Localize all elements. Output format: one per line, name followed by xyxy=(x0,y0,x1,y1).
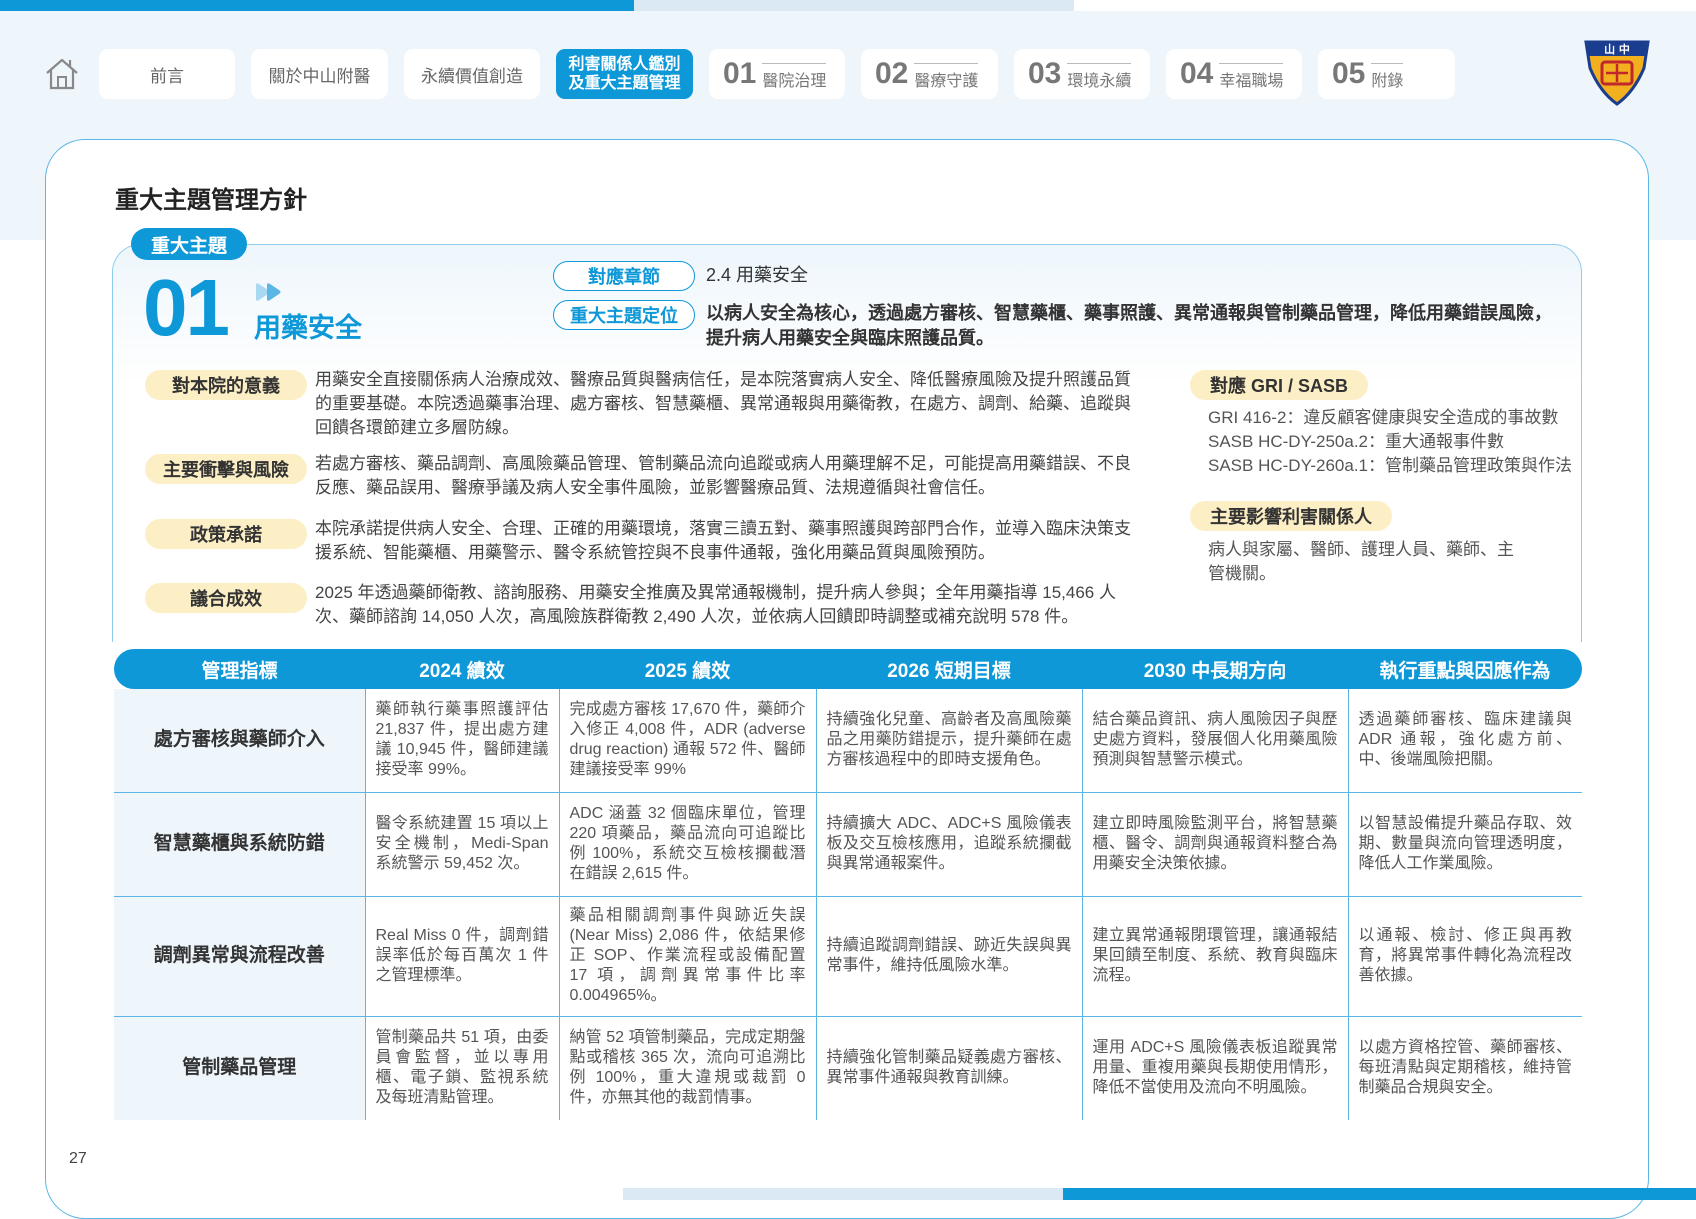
table-cell: 持續強化兒童、高齡者及高風險藥品之用藥防錯提示，提升藥師在處方審核過程中的即時支… xyxy=(815,689,1082,793)
table-cell: 藥品相關調劑事件與跡近失誤 (Near Miss) 2,086 件，依結果修正 … xyxy=(558,896,816,1017)
major-topic-tag: 重大主題 xyxy=(131,228,247,260)
header-2030: 2030 中長期方向 xyxy=(1082,649,1348,689)
chapter-value: 2.4 用藥安全 xyxy=(706,265,809,285)
stakeholders-text: 病人與家屬、醫師、護理人員、藥師、主管機關。 xyxy=(1208,540,1514,583)
topic-number: 01 xyxy=(143,263,230,352)
gri-sasb-list: GRI 416-2：違反顧客健康與安全造成的事故數 SASB HC-DY-250… xyxy=(1208,406,1572,478)
significance-label: 對本院的意義 xyxy=(145,370,307,400)
table-cell: 建立異常通報閉環管理，讓通報結果回饋至制度、系統、教育與臨床流程。 xyxy=(1081,896,1348,1017)
page-number: 27 xyxy=(69,1150,87,1167)
header-2025: 2025 績效 xyxy=(559,649,816,689)
tab-chapter-03[interactable]: 03 環境永續 xyxy=(1014,49,1150,99)
table-cell: 運用 ADC+S 風險儀表板追蹤異常用量、重複用藥與長期使用情形，降低不當使用及… xyxy=(1081,1016,1348,1120)
stakeholders-label: 主要影響利害關係人 xyxy=(1190,501,1392,531)
table-cell: 完成處方審核 17,670 件，藥師介入修正 4,008 件，ADR (adve… xyxy=(558,689,816,793)
bottom-accent-bar xyxy=(1063,1188,1696,1200)
table-cell: 建立即時風險監測平台，將智慧藥櫃、醫令、調劑與通報資料整合為用藥安全決策依據。 xyxy=(1081,792,1348,897)
tab-label-line2: 及重大主題管理 xyxy=(568,75,681,92)
table-cell: 以通報、檢討、修正與再教育，將異常事件轉化為流程改善依據。 xyxy=(1347,896,1582,1017)
position-label: 重大主題定位 xyxy=(553,300,695,330)
table-cell: 藥師執行藥事照護評估 21,837 件，提出處方建議 10,945 件，醫師建議… xyxy=(364,689,559,793)
gri-line: GRI 416-2：違反顧客健康與安全造成的事故數 xyxy=(1208,408,1559,427)
tab-stakeholder-materiality[interactable]: 利害關係人鑑別 及重大主題管理 xyxy=(556,49,693,99)
tab-label: 幸福職場 xyxy=(1219,63,1284,91)
table-cell: 智慧藥櫃與系統防錯 xyxy=(114,792,365,897)
gri-sasb-label: 對應 GRI / SASB xyxy=(1190,370,1369,400)
policy-text: 本院承諾提供病人安全、合理、正確的用藥環境，落實三讀五對、藥事照護與跨部門合作，… xyxy=(315,519,1131,562)
tab-chapter-01[interactable]: 01 醫院治理 xyxy=(709,49,845,99)
table-row: 智慧藥櫃與系統防錯 醫令系統建置 15 項以上安全機制，Medi-Span 系統… xyxy=(114,792,1582,897)
tab-about[interactable]: 關於中山附醫 xyxy=(251,49,388,99)
home-icon[interactable] xyxy=(44,56,80,92)
table-cell: Real Miss 0 件，調劑錯誤率低於每百萬次 1 件之管理標準。 xyxy=(364,896,559,1017)
tab-label-line1: 利害關係人鑑別 xyxy=(568,56,681,73)
tab-number: 05 xyxy=(1332,57,1366,90)
engagement-label: 議合成效 xyxy=(145,583,307,613)
table-cell: 持續強化管制藥品疑義處方審核、異常事件通報與教育訓練。 xyxy=(815,1016,1082,1120)
tab-number: 04 xyxy=(1180,57,1214,90)
tab-chapter-04[interactable]: 04 幸福職場 xyxy=(1166,49,1302,99)
topic-name: 用藥安全 xyxy=(254,313,362,343)
table-cell: 管制藥品管理 xyxy=(114,1016,365,1120)
header-indicator: 管理指標 xyxy=(114,649,365,689)
table-cell: 結合藥品資訊、病人風險因子與歷史處方資料，發展個人化用藥風險預測與智慧警示模式。 xyxy=(1081,689,1348,793)
table-header-row: 管理指標 2024 績效 2025 績效 2026 短期目標 2030 中長期方… xyxy=(114,649,1582,689)
tab-label: 關於中山附醫 xyxy=(268,66,371,86)
tab-label: 前言 xyxy=(150,66,184,86)
gri-line: SASB HC-DY-260a.1：管制藥品管理政策與作法 xyxy=(1208,456,1573,475)
table-cell: 透過藥師審核、臨床建議與 ADR 通報，強化處方前、中、後端風險把關。 xyxy=(1347,689,1582,793)
tab-label: 附錄 xyxy=(1371,63,1404,91)
table-row: 處方審核與藥師介入 藥師執行藥事照護評估 21,837 件，提出處方建議 10,… xyxy=(114,689,1582,793)
table-cell: ADC 涵蓋 32 個臨床單位，管理 220 項藥品，藥品流向可追蹤比例 100… xyxy=(558,792,816,897)
table-cell: 調劑異常與流程改善 xyxy=(114,896,365,1017)
significance-text: 用藥安全直接關係病人治療成效、醫療品質與醫病信任，是本院落實病人安全、降低醫療風… xyxy=(315,370,1131,437)
management-table: 管理指標 2024 績效 2025 績效 2026 短期目標 2030 中長期方… xyxy=(114,649,1582,1120)
tab-preface[interactable]: 前言 xyxy=(99,49,235,99)
top-accent-bar xyxy=(0,0,634,11)
impact-risk-text: 若處方審核、藥品調劑、高風險藥品管理、管制藥品流向追蹤或病人用藥理解不足，可能提… xyxy=(315,454,1131,497)
hospital-logo: 山 中 xyxy=(1584,40,1650,106)
logo-lettering: 山 中 xyxy=(1604,42,1630,56)
tab-label: 醫療守護 xyxy=(914,63,979,91)
impact-risk-label: 主要衝擊與風險 xyxy=(145,454,307,484)
header-2026: 2026 短期目標 xyxy=(816,649,1082,689)
double-arrow-icon xyxy=(256,283,281,301)
tab-sustainable-value[interactable]: 永續價值創造 xyxy=(404,49,540,99)
tab-number: 02 xyxy=(875,57,909,90)
tab-chapter-05[interactable]: 05 附錄 xyxy=(1318,49,1455,99)
table-cell: 納管 52 項管制藥品，完成定期盤點或稽核 365 次，流向可追溯比例 100%… xyxy=(558,1016,816,1120)
bottom-accent-bar-light xyxy=(623,1188,1063,1200)
section-title: 重大主題管理方針 xyxy=(115,187,307,214)
gri-line: SASB HC-DY-250a.2：重大通報事件數 xyxy=(1208,432,1505,451)
table-cell: 持續追蹤調劑錯誤、跡近失誤與異常事件，維持低風險水準。 xyxy=(815,896,1082,1017)
table-cell: 以處方資格控管、藥師審核、每班清點與定期稽核，維持管制藥品合規與安全。 xyxy=(1347,1016,1582,1120)
top-accent-bar-light xyxy=(634,0,1074,11)
table-cell: 醫令系統建置 15 項以上安全機制，Medi-Span 系統警示 59,452 … xyxy=(364,792,559,897)
tab-number: 01 xyxy=(723,57,757,90)
position-value: 以病人安全為核心，透過處方審核、智慧藥櫃、藥事照護、異常通報與管制藥品管理，降低… xyxy=(706,303,1552,348)
table-row: 管制藥品管理 管制藥品共 51 項，由委員會監督，並以專用櫃、電子鎖、監視系統及… xyxy=(114,1016,1582,1120)
header-actions: 執行重點與因應作為 xyxy=(1348,649,1582,689)
tab-chapter-02[interactable]: 02 醫療守護 xyxy=(861,49,998,99)
tab-label: 環境永續 xyxy=(1067,63,1132,91)
table-cell: 持續擴大 ADC、ADC+S 風險儀表板及交互檢核應用，追蹤系統攔截與異常通報案… xyxy=(815,792,1082,897)
header-2024: 2024 績效 xyxy=(365,649,559,689)
table-cell: 以智慧設備提升藥品存取、效期、數量與流向管理透明度，降低人工作業風險。 xyxy=(1347,792,1582,897)
tab-label: 醫院治理 xyxy=(762,63,827,91)
table-row: 調劑異常與流程改善 Real Miss 0 件，調劑錯誤率低於每百萬次 1 件之… xyxy=(114,896,1582,1017)
chapter-label: 對應章節 xyxy=(553,261,695,291)
table-cell: 處方審核與藥師介入 xyxy=(114,689,365,793)
tab-label: 永續價值創造 xyxy=(421,66,523,86)
engagement-text: 2025 年透過藥師衛教、諮詢服務、用藥安全推廣及異常通報機制，提升病人參與；全… xyxy=(315,583,1116,626)
tab-number: 03 xyxy=(1028,57,1062,90)
table-cell: 管制藥品共 51 項，由委員會監督，並以專用櫃、電子鎖、監視系統及每班清點管理。 xyxy=(364,1016,559,1120)
policy-label: 政策承諾 xyxy=(145,519,307,549)
